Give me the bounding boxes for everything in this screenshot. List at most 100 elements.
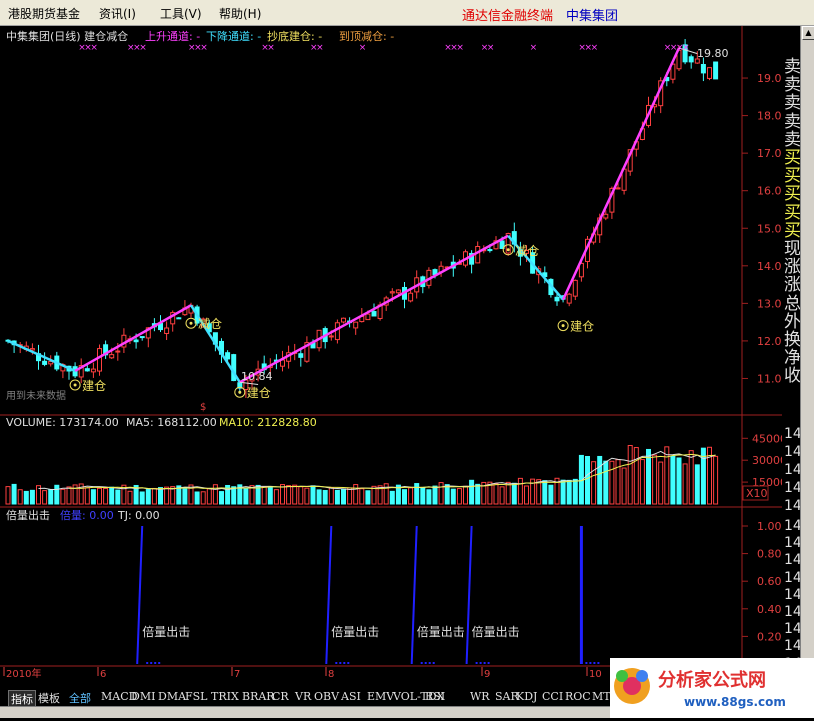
menu-tools[interactable]: 工具(V) [160, 5, 202, 22]
volume-bar [151, 487, 157, 505]
candle-body [139, 336, 145, 339]
volume-bar [54, 484, 60, 505]
menu-help[interactable]: 帮助(H) [219, 5, 261, 22]
volume-bar [444, 484, 450, 505]
volume-bar [90, 489, 96, 505]
candle-body [353, 321, 359, 329]
volume-bar [267, 485, 273, 505]
volume-bar [353, 484, 359, 505]
chart-area[interactable]: 中集集团(日线) 建仓减仓 上升通道: - 下降通道: - 抄底建仓: - 到顶… [0, 26, 782, 686]
volume-bar [347, 487, 353, 505]
candle-body [115, 350, 121, 353]
volume-bar [542, 480, 548, 505]
signal-tick-label: 0.80 [757, 548, 782, 561]
candle-body [164, 327, 170, 334]
scroll-up-icon[interactable]: ▲ [802, 26, 814, 40]
tab-cr[interactable]: CR [272, 690, 289, 703]
vertical-scrollbar[interactable]: ▲ ▼ [800, 26, 814, 686]
volume-bar [524, 485, 529, 505]
candle-body [487, 249, 493, 252]
tab-rsi[interactable]: RSI [425, 690, 445, 703]
candle-body [328, 335, 334, 338]
volume-tick-label: 30000 [752, 454, 782, 467]
signal-tail-dot [585, 662, 588, 664]
signal-tail-dot [475, 662, 478, 664]
candle-body [615, 187, 621, 190]
tab-vr[interactable]: VR [295, 690, 311, 703]
tab-全部[interactable]: 全部 [69, 690, 91, 706]
marker-dot-icon [189, 321, 193, 325]
tab-模板[interactable]: 模板 [38, 690, 60, 706]
horizontal-scrollbar[interactable] [0, 706, 614, 718]
menu-bar: 港股期货基金 资讯(I) 工具(V) 帮助(H) 通达信金融终端 中集集团 [0, 0, 814, 26]
legend-up-channel: 上升通道: - [145, 29, 200, 43]
month-label: 7 [234, 669, 240, 680]
volume-bar [17, 489, 23, 505]
stock-title: 中集集团 [566, 9, 619, 24]
signal-x-mark: × [316, 43, 324, 53]
volume-ma5: MA5: 168112.00 [126, 416, 217, 429]
signal-side-label: 14 [784, 552, 801, 569]
candle-body [298, 353, 304, 358]
volume-bar [11, 483, 17, 505]
menu-info[interactable]: 资讯(I) [99, 5, 136, 22]
price-tick-label: 18.00 [757, 110, 782, 123]
signal-tail-dot [589, 662, 592, 664]
tab-obv[interactable]: OBV [314, 690, 339, 703]
candle-body [42, 360, 48, 365]
volume-bar [182, 488, 188, 505]
volume-bar [243, 488, 249, 505]
volume-bar [560, 479, 566, 505]
candle-body [371, 311, 377, 317]
build-label: 建仓 [82, 379, 106, 393]
tab-asi[interactable]: ASI [341, 690, 361, 703]
signal-tail-dot [343, 662, 346, 664]
future-data-note: 用到未来数据 [6, 389, 66, 402]
month-label: 8 [328, 669, 334, 680]
volume-bar [713, 455, 719, 505]
volume-bar [469, 479, 475, 505]
signal-x-mark: × [139, 43, 147, 53]
volume-bar [273, 489, 279, 505]
volume-bar [334, 489, 340, 505]
tab-fsl[interactable]: FSL [185, 690, 207, 703]
month-label: 2010年 [6, 667, 41, 680]
signal-x-mark: × [530, 43, 538, 53]
signal-label: 倍量出击 [142, 624, 190, 639]
tab-wr[interactable]: WR [470, 690, 490, 703]
price-tick-label: 14.00 [757, 260, 782, 273]
tab-dma[interactable]: DMA [158, 690, 186, 703]
volume-bar [286, 485, 292, 505]
volume-bar [658, 461, 664, 505]
volume-bar [694, 464, 700, 505]
volume-title: VOLUME: 173174.00 [6, 416, 119, 429]
tab-kdj[interactable]: KDJ [516, 690, 537, 703]
volume-bar [359, 488, 365, 505]
volume-bar [609, 460, 615, 505]
legend-bottom-build: 抄底建仓: - [267, 29, 322, 43]
candle-body [133, 339, 139, 343]
signal-tail-dot [150, 662, 153, 664]
volume-bar [456, 488, 462, 505]
tab-roc[interactable]: ROC [565, 690, 591, 703]
volume-bar [426, 489, 432, 505]
signal-tail-dot [154, 662, 157, 664]
volume-bar [597, 455, 603, 505]
volume-bar [206, 488, 212, 505]
tab-dmi[interactable]: DMI [131, 690, 155, 703]
tab-cci[interactable]: CCI [542, 690, 563, 703]
tab-trix[interactable]: TRIX [211, 690, 239, 703]
signal-side-label: 14 [784, 638, 801, 655]
volume-bar [212, 484, 218, 505]
tab-emv[interactable]: EMV [367, 690, 394, 703]
candle-body [389, 291, 395, 294]
menu-hk-futures-funds[interactable]: 港股期货基金 [8, 5, 80, 22]
volume-bar [688, 450, 694, 505]
volume-bar [139, 491, 145, 505]
signal-tick-label: 0.60 [757, 575, 782, 588]
tab-brar[interactable]: BRAR [242, 690, 275, 703]
volume-bar [585, 455, 590, 505]
signal-x-mark: × [267, 43, 275, 53]
signal-tail-dot [146, 662, 149, 664]
candle-body [176, 317, 182, 320]
